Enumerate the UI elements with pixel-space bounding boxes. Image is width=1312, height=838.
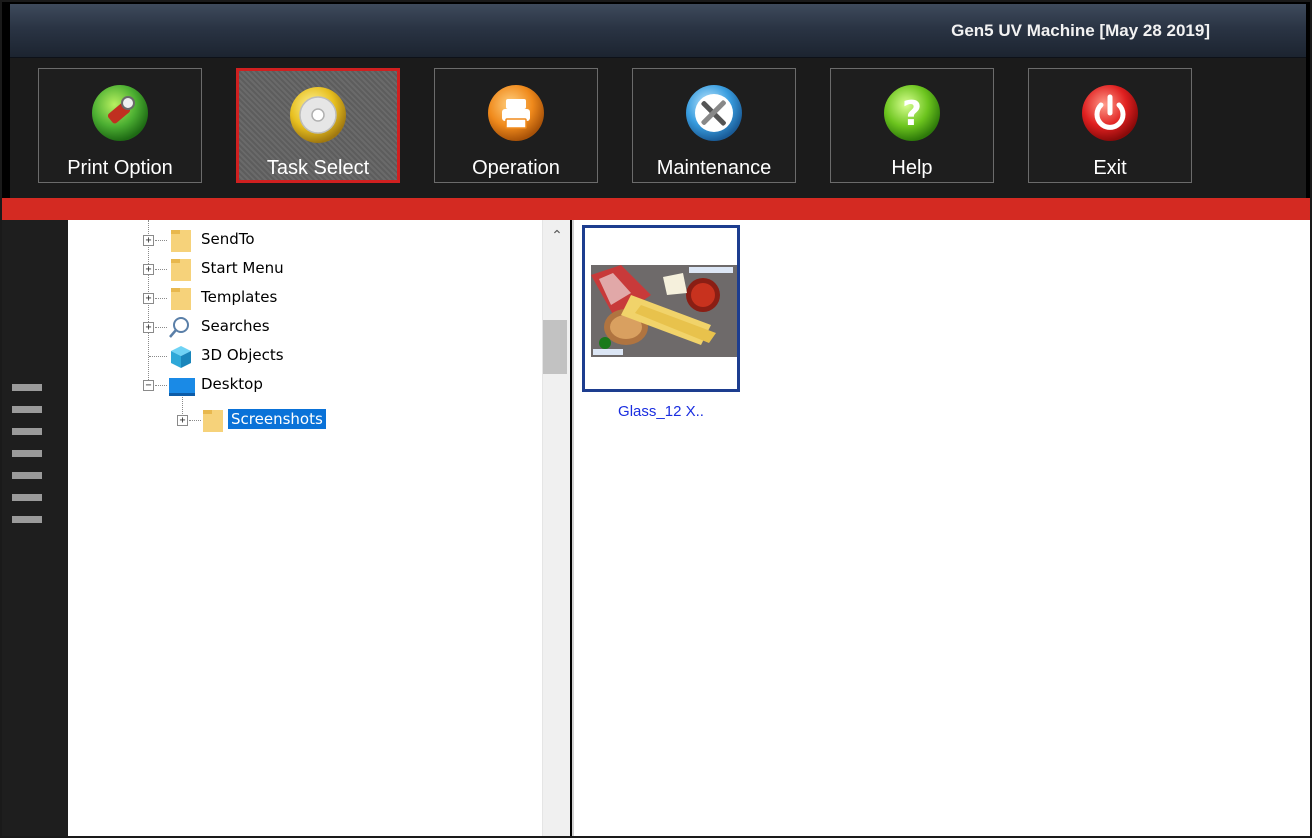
- tree-item-sendto[interactable]: + SendTo: [68, 226, 538, 254]
- file-thumbnail[interactable]: Glass_12 X..: [582, 225, 742, 420]
- task-select-button[interactable]: Task Select: [236, 68, 400, 183]
- power-icon: [1082, 85, 1138, 141]
- expand-icon[interactable]: +: [143, 264, 154, 275]
- tree-item-label: Searches: [201, 317, 270, 335]
- tree-connector: [155, 385, 167, 386]
- tree-item-label: SendTo: [201, 230, 255, 248]
- folder-icon: [203, 410, 223, 432]
- grip-line: [12, 428, 42, 435]
- folder-icon: [171, 230, 191, 252]
- expand-icon[interactable]: +: [177, 415, 188, 426]
- tree-connector: [155, 240, 167, 241]
- tree-connector: [155, 327, 167, 328]
- help-label: Help: [891, 157, 933, 179]
- window-title: Gen5 UV Machine [May 28 2019]: [951, 21, 1210, 40]
- tree-item-desktop[interactable]: − Desktop: [68, 371, 538, 399]
- tree-item-label: 3D Objects: [201, 346, 284, 364]
- maintenance-button[interactable]: Maintenance: [632, 68, 796, 183]
- exit-button[interactable]: Exit: [1028, 68, 1192, 183]
- collapse-icon[interactable]: −: [143, 380, 154, 391]
- grip-line: [12, 494, 42, 501]
- printer-icon: [488, 85, 544, 141]
- grip-line: [12, 450, 42, 457]
- operation-button[interactable]: Operation: [434, 68, 598, 183]
- app-window: Gen5 UV Machine [May 28 2019] Print Opti…: [0, 0, 1312, 838]
- tree-connector: [189, 420, 201, 421]
- scroll-thumb[interactable]: [543, 320, 567, 374]
- thumbnail-frame: [582, 225, 740, 392]
- tree-item-screenshots[interactable]: + Screenshots: [68, 406, 538, 434]
- tree-item-label: Screenshots: [228, 409, 326, 429]
- task-select-label: Task Select: [266, 157, 370, 179]
- tools-icon: [686, 85, 742, 141]
- expand-icon[interactable]: +: [143, 235, 154, 246]
- help-button[interactable]: ? Help: [830, 68, 994, 183]
- folder-icon: [171, 288, 191, 310]
- print-option-button[interactable]: Print Option: [38, 68, 202, 183]
- splitter-grip[interactable]: [2, 384, 52, 534]
- tree-connector: [149, 356, 167, 357]
- file-name-label: Glass_12 X..: [618, 403, 704, 420]
- file-view: Glass_12 X..: [572, 220, 1310, 836]
- tree-scrollbar[interactable]: ⌃: [542, 220, 571, 836]
- tree-item-searches[interactable]: + Searches: [68, 313, 538, 341]
- thumbnail-image: [591, 265, 737, 357]
- accent-bar: [2, 198, 1310, 220]
- folder-icon: [171, 259, 191, 281]
- grip-line: [12, 472, 42, 479]
- expand-icon[interactable]: +: [143, 293, 154, 304]
- disc-icon: [290, 87, 346, 143]
- grip-line: [12, 406, 42, 413]
- left-side-strip: [2, 220, 68, 836]
- exit-label: Exit: [1093, 157, 1127, 179]
- operation-label: Operation: [472, 157, 560, 179]
- title-bar: Gen5 UV Machine [May 28 2019]: [10, 4, 1306, 58]
- tree-connector: [155, 298, 167, 299]
- folder-tree: + SendTo + Start Menu + Templates + Sear…: [68, 220, 542, 836]
- tree-item-label: Desktop: [201, 375, 263, 393]
- search-icon: [169, 317, 189, 338]
- print-option-icon: [92, 85, 148, 141]
- scroll-up-arrow-icon[interactable]: ⌃: [543, 228, 571, 248]
- tree-item-templates[interactable]: + Templates: [68, 284, 538, 312]
- tree-item-start-menu[interactable]: + Start Menu: [68, 255, 538, 283]
- tree-item-3d-objects[interactable]: 3D Objects: [68, 342, 538, 370]
- svg-text:?: ?: [902, 94, 922, 134]
- tree-connector: [155, 269, 167, 270]
- grip-line: [12, 516, 42, 523]
- expand-icon[interactable]: +: [143, 322, 154, 333]
- grip-line: [12, 384, 42, 391]
- print-option-label: Print Option: [67, 157, 173, 179]
- help-icon: ?: [884, 85, 940, 141]
- 3d-objects-icon: [171, 346, 191, 368]
- desktop-icon: [169, 378, 195, 396]
- tree-item-label: Start Menu: [201, 259, 284, 277]
- maintenance-label: Maintenance: [656, 157, 772, 179]
- main-toolbar: Print Option Task Select Operation Maint…: [10, 58, 1306, 198]
- tree-item-label: Templates: [201, 288, 278, 306]
